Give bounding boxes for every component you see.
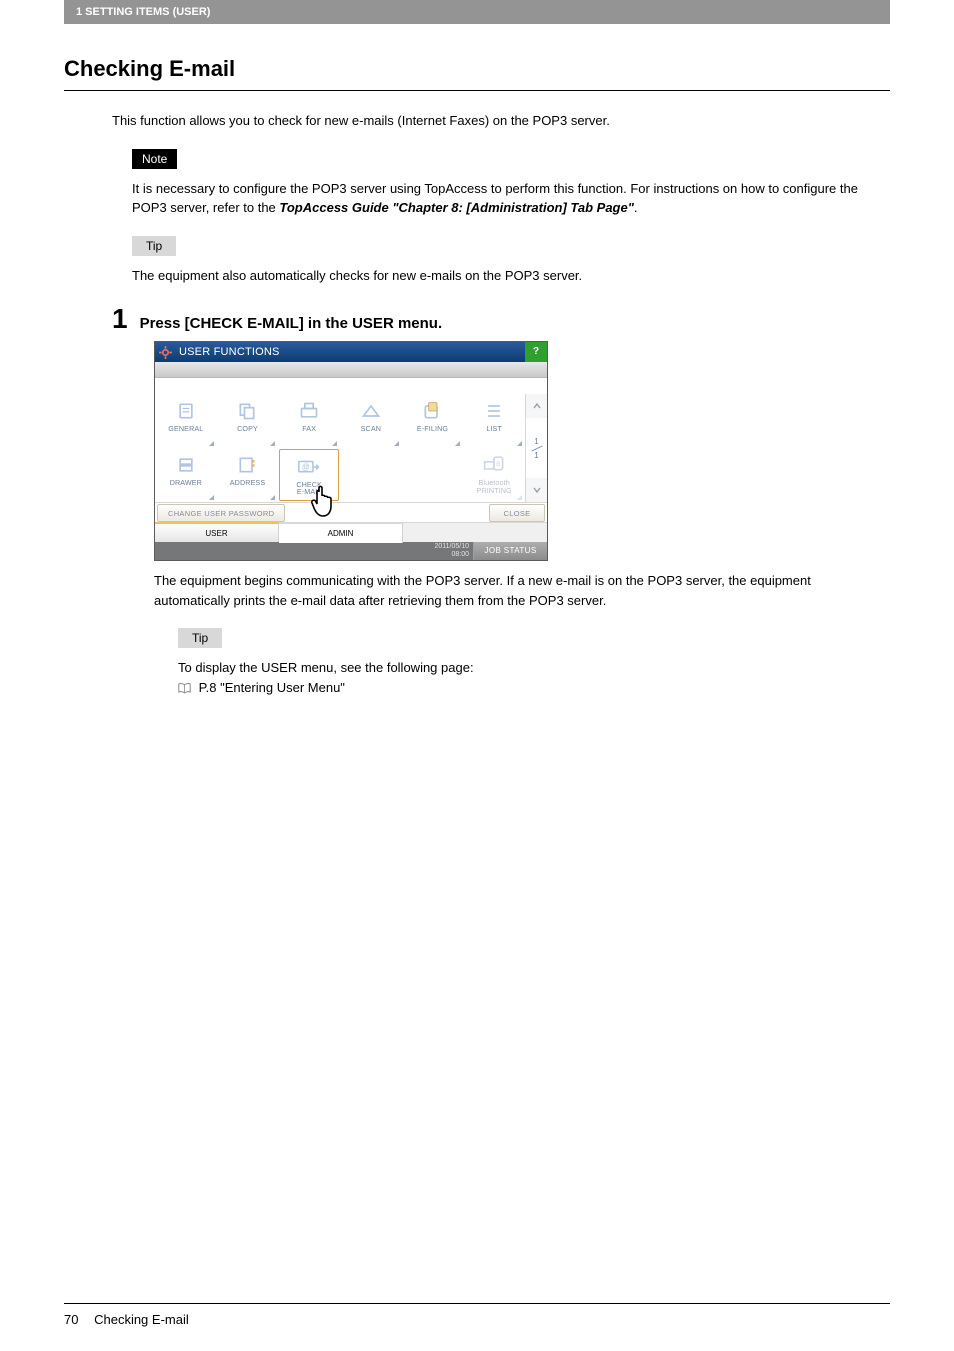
- general-icon: [173, 400, 199, 422]
- drawer-icon: [173, 454, 199, 476]
- note-block: Note It is necessary to configure the PO…: [132, 149, 890, 218]
- svg-text:@: @: [302, 462, 310, 471]
- tip-label-1: Tip: [132, 236, 176, 256]
- help-button[interactable]: ?: [525, 342, 547, 362]
- gear-icon: [155, 346, 175, 359]
- svg-text:B: B: [496, 461, 500, 468]
- tile-fax[interactable]: FAX: [278, 394, 340, 448]
- timestamp-time: 08:00: [434, 551, 469, 559]
- close-button[interactable]: CLOSE: [489, 504, 545, 522]
- page-up-button[interactable]: [526, 394, 547, 418]
- efiling-icon: [419, 400, 445, 422]
- tip-block-1: Tip The equipment also automatically che…: [132, 236, 890, 286]
- tile-empty-1: [340, 448, 402, 502]
- device-action-row: CHANGE USER PASSWORD CLOSE: [155, 502, 547, 522]
- tile-label: GENERAL: [168, 425, 203, 433]
- tile-efiling[interactable]: E-FILING: [402, 394, 464, 448]
- page-title: Checking E-mail: [64, 56, 890, 82]
- tile-copy[interactable]: COPY: [217, 394, 279, 448]
- copy-icon: [234, 400, 260, 422]
- tip-block-2: Tip To display the USER menu, see the fo…: [178, 628, 890, 697]
- address-icon: [234, 454, 260, 476]
- header-breadcrumb: 1 SETTING ITEMS (USER): [64, 0, 890, 24]
- tip-text-1: The equipment also automatically checks …: [132, 266, 890, 286]
- tile-label: CHECK E-MAIL: [296, 481, 322, 496]
- tile-label: COPY: [237, 425, 258, 433]
- step-1-row: 1 Press [CHECK E-MAIL] in the USER menu.: [112, 305, 890, 333]
- tile-address[interactable]: ADDRESS: [217, 448, 279, 502]
- device-tabs: USER ADMIN: [155, 522, 547, 542]
- tile-bluetooth-printing[interactable]: B Bluetooth PRINTING: [463, 448, 525, 502]
- page-footer: 70 Checking E-mail: [0, 1303, 954, 1351]
- step-1-number: 1: [112, 305, 128, 333]
- note-text: It is necessary to configure the POP3 se…: [132, 179, 890, 218]
- tip-label-2: Tip: [178, 628, 222, 648]
- tip-reference-line: P.8 "Entering User Menu": [178, 678, 890, 698]
- device-screenshot: USER FUNCTIONS ? GENERAL COPY: [154, 341, 548, 561]
- tile-scan[interactable]: SCAN: [340, 394, 402, 448]
- tile-empty-2: [402, 448, 464, 502]
- step-1-body-text: The equipment begins communicating with …: [154, 571, 890, 610]
- footer-title: Checking E-mail: [94, 1312, 189, 1327]
- tip-reference-text[interactable]: P.8 "Entering User Menu": [199, 680, 345, 695]
- page-current: 1: [534, 437, 538, 446]
- device-status-bar: 2011/05/10 08:00 JOB STATUS: [155, 542, 547, 560]
- tile-label: Bluetooth PRINTING: [477, 479, 512, 494]
- tile-label: LIST: [486, 425, 502, 433]
- device-timestamp: 2011/05/10 08:00: [434, 543, 473, 558]
- title-rule: [64, 90, 890, 91]
- note-reference: TopAccess Guide "Chapter 8: [Administrat…: [279, 200, 633, 215]
- change-user-password-button[interactable]: CHANGE USER PASSWORD: [157, 504, 285, 522]
- tile-general[interactable]: GENERAL: [155, 394, 217, 448]
- check-email-icon: @: [296, 456, 322, 478]
- device-sub-bar: [155, 362, 547, 378]
- device-title: USER FUNCTIONS: [175, 346, 525, 358]
- tile-check-email[interactable]: @ CHECK E-MAIL: [279, 449, 339, 501]
- note-text-b: .: [634, 200, 638, 215]
- tab-admin[interactable]: ADMIN: [279, 523, 403, 543]
- page-total: 1: [534, 451, 538, 460]
- tile-label: E-FILING: [417, 425, 448, 433]
- note-label: Note: [132, 149, 177, 169]
- device-titlebar: USER FUNCTIONS ?: [155, 342, 547, 362]
- footer-page-number: 70: [64, 1312, 78, 1327]
- footer-rule: [64, 1303, 890, 1304]
- tab-user[interactable]: USER: [155, 522, 279, 542]
- bluetooth-printing-icon: B: [481, 454, 507, 476]
- list-icon: [481, 400, 507, 422]
- fax-icon: [296, 400, 322, 422]
- timestamp-date: 2011/05/10: [434, 543, 469, 551]
- device-menu-grid: GENERAL COPY FAX SCA: [155, 394, 525, 502]
- intro-text: This function allows you to check for ne…: [112, 111, 890, 131]
- book-icon: [178, 680, 191, 692]
- tile-label: DRAWER: [170, 479, 202, 487]
- step-1-heading: Press [CHECK E-MAIL] in the USER menu.: [140, 315, 443, 332]
- job-status-button[interactable]: JOB STATUS: [473, 542, 547, 560]
- scan-icon: [358, 400, 384, 422]
- tile-label: ADDRESS: [230, 479, 265, 487]
- tile-drawer[interactable]: DRAWER: [155, 448, 217, 502]
- tile-label: SCAN: [361, 425, 381, 433]
- tile-list[interactable]: LIST: [463, 394, 525, 448]
- tip-text-2: To display the USER menu, see the follow…: [178, 658, 890, 678]
- page-indicator: 1 1: [526, 418, 547, 478]
- tile-label: FAX: [302, 425, 316, 433]
- page-down-button[interactable]: [526, 478, 547, 502]
- device-pager: 1 1: [525, 394, 547, 502]
